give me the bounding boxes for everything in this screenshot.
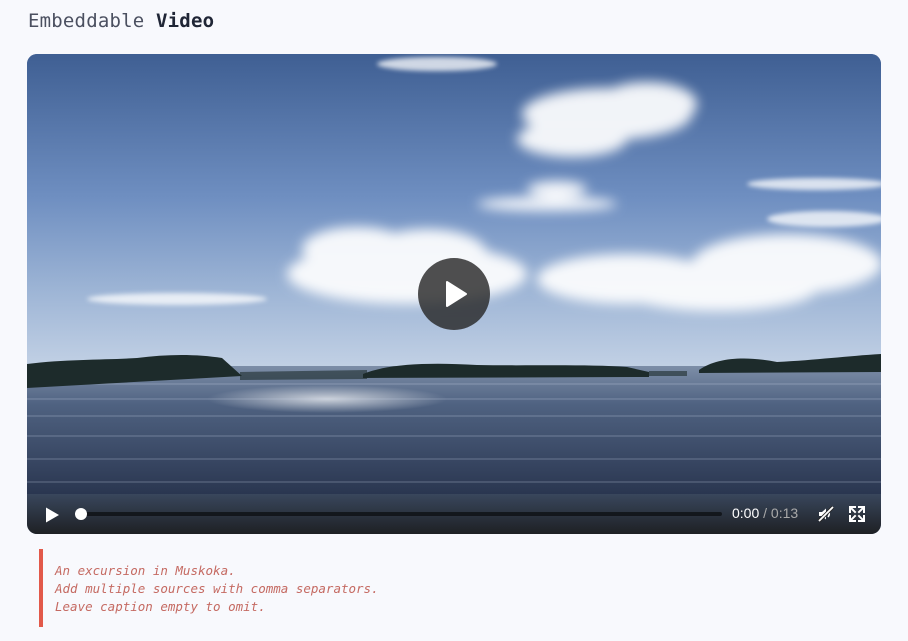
play-icon xyxy=(446,281,467,307)
caption-line: An excursion in Muskoka. xyxy=(55,563,236,578)
caption-line: Add multiple sources with comma separato… xyxy=(55,581,379,596)
time-separator: / xyxy=(763,505,768,521)
fullscreen-icon[interactable] xyxy=(848,505,866,523)
progress-knob[interactable] xyxy=(75,508,87,520)
play-button[interactable] xyxy=(43,506,61,524)
page-title: Embeddable Video xyxy=(28,10,214,32)
video-controls: 0:00 / 0:13 xyxy=(27,494,881,534)
title-prefix: Embeddable xyxy=(28,10,145,32)
current-time: 0:00 xyxy=(732,505,760,521)
video-caption: An excursion in Muskoka. Add multiple so… xyxy=(39,549,539,627)
title-emphasis: Video xyxy=(156,10,215,32)
time-display: 0:00 / 0:13 xyxy=(732,505,798,521)
muted-speaker-icon[interactable] xyxy=(817,505,835,523)
caption-line: Leave caption empty to omit. xyxy=(55,599,266,614)
video-player[interactable]: 0:00 / 0:13 xyxy=(27,54,881,534)
progress-bar[interactable] xyxy=(79,512,722,516)
duration: 0:13 xyxy=(770,505,799,521)
big-play-button[interactable] xyxy=(418,258,490,330)
